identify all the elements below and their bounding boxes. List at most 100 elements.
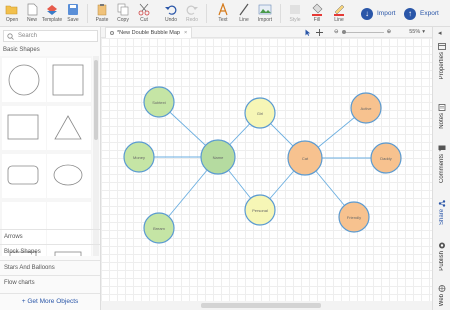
shared-bubble-girl[interactable]: Girl <box>244 97 276 129</box>
export-label: Export <box>420 10 439 17</box>
publish-icon <box>439 242 445 249</box>
tab-comments[interactable]: Comments <box>433 145 450 183</box>
scrollbar-thumb[interactable] <box>201 303 321 308</box>
line-label: Line <box>239 17 249 23</box>
zoom-dropdown-icon[interactable]: ▾ <box>422 29 425 35</box>
rectangle-icon <box>7 114 39 140</box>
square-shape[interactable] <box>47 58 91 102</box>
rectangle-shape[interactable] <box>2 106 46 150</box>
category-stars-and-balloons[interactable]: Stars And Balloons <box>0 260 100 275</box>
bubble-label: Friendly <box>347 215 361 220</box>
export-icon: ↑ <box>404 7 416 20</box>
line-color-icon <box>334 4 345 16</box>
get-more-objects-link[interactable]: + Get More Objects <box>0 293 100 310</box>
rounded-rectangle-shape[interactable] <box>2 154 46 198</box>
shape-library-panel: Search Basic Shapes Arrows Block Shapes … <box>0 27 101 310</box>
pan-tool-icon[interactable] <box>316 29 323 36</box>
undo-button[interactable]: Undo <box>160 2 182 25</box>
shared-bubble-personal[interactable]: Personal <box>244 194 276 226</box>
web-icon <box>438 285 446 292</box>
line-color-button[interactable]: Line <box>328 2 350 25</box>
drawing-canvas[interactable]: Subtext Money Bream Name Girl Personal C… <box>101 38 432 301</box>
copy-button[interactable]: Copy <box>112 2 134 25</box>
toolbar-separator <box>280 4 281 23</box>
rounded-rectangle-icon <box>7 165 39 185</box>
paste-icon <box>97 4 107 16</box>
toolbar-separator <box>206 4 207 23</box>
bubble-label: Girl <box>257 111 263 116</box>
tab-publish[interactable]: Publish <box>433 242 450 271</box>
tab-web[interactable]: Web <box>433 285 450 306</box>
paste-button[interactable]: Paste <box>91 2 113 25</box>
document-tab-title: *New Double Bubble Map <box>117 30 180 36</box>
zoom-out-icon[interactable]: ⊖ <box>334 29 339 35</box>
paste-label: Paste <box>95 17 109 23</box>
right-bubble-active[interactable]: Active <box>350 92 382 124</box>
redo-button[interactable]: Redo <box>181 2 203 25</box>
bubble-label: Active <box>361 106 373 111</box>
template-label: Template <box>41 17 63 23</box>
bubble-label: Subtext <box>152 100 166 105</box>
right-bubble-daddy[interactable]: Daddy <box>370 142 402 174</box>
shape-grid <box>0 56 92 256</box>
import-image-label: Import <box>257 17 273 23</box>
copy-label: Copy <box>117 17 129 23</box>
tab-notes[interactable]: Notes <box>433 104 450 129</box>
new-file-icon <box>27 3 38 16</box>
close-tab-icon[interactable]: × <box>184 30 187 36</box>
import-button[interactable]: ↓ Import <box>361 7 395 20</box>
bubble-label: Cat <box>302 156 309 161</box>
circle-shape[interactable] <box>2 58 46 102</box>
text-button[interactable]: Text <box>212 2 234 25</box>
tab-share[interactable]: Share <box>433 200 450 225</box>
line-button[interactable]: Line <box>233 2 255 25</box>
save-button[interactable]: Save <box>62 2 84 25</box>
scrollbar-thumb[interactable] <box>94 60 98 140</box>
shape-list-scrollbar[interactable] <box>93 56 99 256</box>
fill-button[interactable]: Fill <box>306 2 328 25</box>
tab-properties[interactable]: Properties <box>433 43 450 79</box>
zoom-percent: 55% <box>409 29 421 35</box>
left-bubble-bream[interactable]: Bream <box>143 212 175 244</box>
pointer-tool-icon[interactable] <box>305 29 311 36</box>
cut-button[interactable]: Cut <box>133 2 155 25</box>
open-button[interactable]: Open <box>1 2 23 25</box>
ellipse-shape[interactable] <box>47 154 91 198</box>
category-flow-charts[interactable]: Flow charts <box>0 275 100 290</box>
collapse-sidebar-icon[interactable]: ◂ <box>438 29 442 37</box>
canvas-horizontal-scrollbar[interactable] <box>101 301 432 310</box>
center-bubble-name[interactable]: Name <box>200 139 236 175</box>
bubble-label: Money <box>133 155 145 160</box>
zoom-in-icon[interactable]: ⊕ <box>387 29 392 35</box>
zoom-slider[interactable] <box>341 29 384 34</box>
triangle-shape[interactable] <box>47 106 91 150</box>
zoom-slider-knob[interactable] <box>341 29 346 34</box>
category-block-shapes[interactable]: Block Shapes <box>0 244 100 259</box>
category-arrows[interactable]: Arrows <box>0 229 100 244</box>
template-button[interactable]: Template <box>41 2 63 25</box>
triangle-icon <box>54 115 82 140</box>
new-button[interactable]: New <box>21 2 43 25</box>
right-bubble-friendly[interactable]: Friendly <box>338 201 370 233</box>
ellipse-icon <box>53 164 83 186</box>
cut-label: Cut <box>140 17 148 23</box>
document-tab[interactable]: *New Double Bubble Map × <box>105 27 193 38</box>
search-box[interactable]: Search <box>3 30 98 42</box>
toolbar-separator <box>87 4 88 23</box>
export-button[interactable]: ↑ Export <box>404 7 439 20</box>
import-image-button[interactable]: Import <box>254 2 276 25</box>
style-button[interactable]: Style <box>284 2 306 25</box>
left-bubble-money[interactable]: Money <box>123 141 155 173</box>
open-label: Open <box>5 17 19 23</box>
bubble-label: Personal <box>252 208 268 213</box>
square-icon <box>52 64 84 96</box>
center-bubble-cat[interactable]: Cat <box>287 140 323 176</box>
properties-icon <box>438 43 446 50</box>
left-bubble-subtext[interactable]: Subtext <box>143 86 175 118</box>
copy-icon <box>117 3 129 16</box>
redo-label: Redo <box>186 17 198 23</box>
undo-label: Undo <box>165 17 177 23</box>
double-bubble-map: Subtext Money Bream Name Girl Personal C… <box>123 86 402 244</box>
search-input[interactable]: Search <box>18 33 37 39</box>
tab-label: Publish <box>439 251 445 271</box>
